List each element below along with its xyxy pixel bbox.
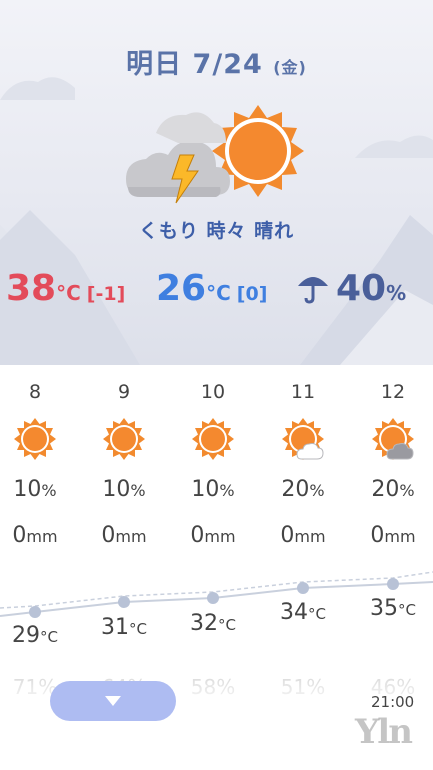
low-temp-delta: [0] — [236, 283, 268, 305]
triangle-down-icon — [105, 696, 121, 706]
temperature-point — [387, 578, 399, 590]
forecast-date-title: 明日 7/24 (金) — [0, 42, 433, 81]
precip-chance-unit: % — [41, 481, 57, 500]
precip-chance-unit: % — [309, 481, 325, 500]
high-temp-value: 38 — [6, 268, 57, 309]
rain-chance: 40% — [296, 268, 406, 309]
temperature-unit: °C — [218, 616, 236, 634]
precip-amount-value: 0 — [12, 523, 27, 548]
sun-cloud-icon — [273, 417, 333, 465]
precip-amount-unit: mm — [115, 527, 147, 546]
precip-amount-unit: mm — [204, 527, 236, 546]
timestamp: 21:00 — [371, 693, 415, 711]
precip-chance: 20% — [273, 477, 333, 502]
precip-chance-unit: % — [219, 481, 235, 500]
precip-amount-unit: mm — [384, 527, 416, 546]
temperature: 34°C — [268, 600, 338, 625]
sun-icon — [5, 417, 65, 465]
low-temp-unit: °C — [206, 281, 231, 305]
precip-amount: 0mm — [94, 523, 154, 548]
date-label: 明日 7/24 — [126, 49, 263, 80]
temperature-unit: °C — [308, 605, 326, 623]
expand-button[interactable] — [50, 681, 176, 721]
precip-chance-value: 10 — [191, 477, 220, 502]
hourly-forecast[interactable]: 810%0mm29°C71%910%0mm31°C64%1010%0mm32°C… — [0, 365, 433, 699]
precip-amount: 0mm — [5, 523, 65, 548]
precip-chance-unit: % — [130, 481, 146, 500]
temperature-value: 32 — [190, 611, 218, 636]
precip-amount: 0mm — [273, 523, 333, 548]
precip-chance: 10% — [5, 477, 65, 502]
precip-chance-unit: % — [399, 481, 415, 500]
precip-chance: 10% — [183, 477, 243, 502]
umbrella-icon — [298, 277, 328, 304]
temperature-value: 31 — [101, 615, 129, 640]
precip-chance-value: 10 — [102, 477, 131, 502]
condition-text: くもり 時々 晴れ — [138, 220, 295, 242]
temperature-value: 35 — [370, 596, 398, 621]
precip-chance: 10% — [94, 477, 154, 502]
rain-chance-unit: % — [386, 281, 407, 305]
high-temp: 38°C [-1] — [6, 268, 125, 309]
temperature-unit: °C — [398, 601, 416, 619]
temperature: 32°C — [178, 611, 248, 636]
hour-label: 12 — [380, 381, 406, 403]
sun-cloud-icon — [363, 417, 423, 465]
precip-chance-value: 20 — [371, 477, 400, 502]
sun-icon — [183, 417, 243, 465]
temperature-point — [29, 606, 41, 618]
high-temp-delta: [-1] — [86, 283, 126, 305]
weekday-label: (金) — [273, 58, 307, 77]
precip-amount-value: 0 — [190, 523, 205, 548]
temperature: 31°C — [89, 615, 159, 640]
watermark-logo: Yln — [355, 712, 413, 752]
precip-amount: 0mm — [363, 523, 423, 548]
precip-amount: 0mm — [183, 523, 243, 548]
low-temp-value: 26 — [156, 268, 207, 309]
temperature-unit: °C — [129, 620, 147, 638]
hour-label: 9 — [117, 381, 131, 403]
temperature-point — [297, 582, 309, 594]
precip-amount-value: 0 — [101, 523, 116, 548]
sun-icon — [94, 417, 154, 465]
high-temp-unit: °C — [56, 281, 81, 305]
weather-header-panel: 明日 7/24 (金) くもり 時々 晴れ 38°C [-1] 26°C [0] 4… — [0, 0, 433, 365]
precip-amount-value: 0 — [280, 523, 295, 548]
cloud-lightning-sun-icon — [126, 105, 304, 204]
precip-chance: 20% — [363, 477, 423, 502]
hour-label: 10 — [200, 381, 226, 403]
rain-chance-value: 40 — [336, 268, 387, 309]
precip-amount-unit: mm — [26, 527, 58, 546]
temperature: 35°C — [358, 596, 428, 621]
precip-chance-value: 10 — [13, 477, 42, 502]
precip-amount-value: 0 — [370, 523, 385, 548]
temperature-point — [207, 592, 219, 604]
low-temp: 26°C [0] — [156, 268, 267, 309]
temperature-value: 34 — [280, 600, 308, 625]
hour-label: 11 — [290, 381, 316, 403]
temperature-point — [118, 596, 130, 608]
precip-amount-unit: mm — [294, 527, 326, 546]
precip-chance-value: 20 — [281, 477, 310, 502]
hour-label: 8 — [28, 381, 42, 403]
